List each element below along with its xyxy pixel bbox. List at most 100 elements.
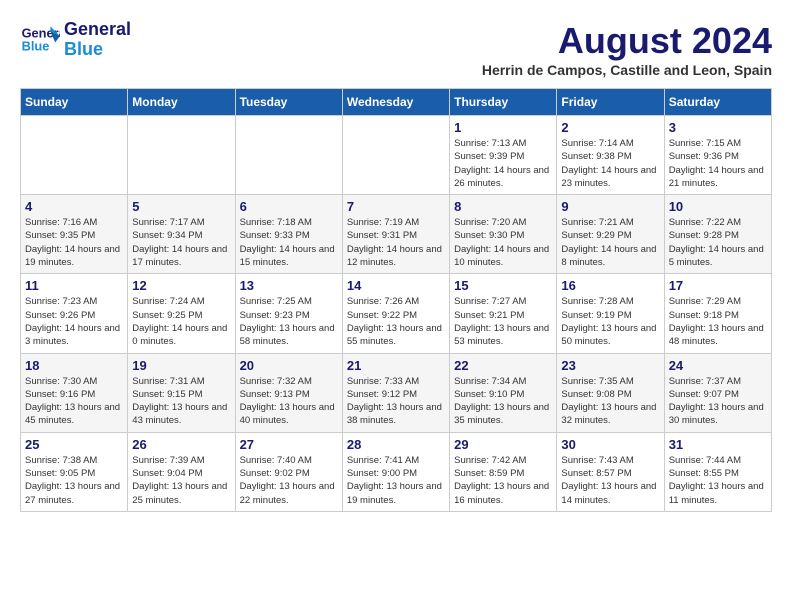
calendar-cell: 1Sunrise: 7:13 AMSunset: 9:39 PMDaylight… [450,116,557,195]
calendar-cell: 19 Sunrise: 7:31 AMSunset: 9:15 PMDayligh… [128,353,235,432]
calendar-week-row: 11Sunrise: 7:23 AMSunset: 9:26 PMDayligh… [21,274,772,353]
day-details: Sunrise: 7:29 AMSunset: 9:18 PMDaylight:… [669,295,767,348]
day-details: Sunrise: 7:31 AMSunset: 9:15 PMDaylight:… [132,375,230,428]
day-details: Sunrise: 7:27 AMSunset: 9:21 PMDaylight:… [454,295,552,348]
calendar-cell: 26Sunrise: 7:39 AMSunset: 9:04 PMDayligh… [128,432,235,511]
day-details: Sunrise: 7:21 AMSunset: 9:29 PMDaylight:… [561,216,659,269]
logo-text-line2: Blue [64,40,131,60]
day-number: 23 [561,358,659,373]
day-details: Sunrise: 7:25 AMSunset: 9:23 PMDaylight:… [240,295,338,348]
day-number: 24 [669,358,767,373]
logo: General Blue General Blue [20,20,131,60]
calendar-cell: 22 Sunrise: 7:34 AMSunset: 9:10 PMDayligh… [450,353,557,432]
calendar-cell: 16 Sunrise: 7:28 AMSunset: 9:19 PMDayligh… [557,274,664,353]
calendar-cell: 17Sunrise: 7:29 AMSunset: 9:18 PMDayligh… [664,274,771,353]
col-header-wednesday: Wednesday [342,89,449,116]
day-details: Sunrise: 7:30 AMSunset: 9:16 PMDaylight:… [25,375,123,428]
day-details: Sunrise: 7:32 AMSunset: 9:13 PMDaylight:… [240,375,338,428]
calendar-cell: 10Sunrise: 7:22 AMSunset: 9:28 PMDayligh… [664,195,771,274]
day-number: 1 [454,120,552,135]
calendar-week-row: 1Sunrise: 7:13 AMSunset: 9:39 PMDaylight… [21,116,772,195]
day-number: 18 [25,358,123,373]
day-details: Sunrise: 7:41 AMSunset: 9:00 PMDaylight:… [347,454,445,507]
calendar-cell: 30Sunrise: 7:43 AMSunset: 8:57 PMDayligh… [557,432,664,511]
calendar-cell: 13Sunrise: 7:25 AMSunset: 9:23 PMDayligh… [235,274,342,353]
calendar-cell: 5 Sunrise: 7:17 AMSunset: 9:34 PMDaylight… [128,195,235,274]
logo-icon: General Blue [20,20,60,60]
day-details: Sunrise: 7:44 AMSunset: 8:55 PMDaylight:… [669,454,767,507]
day-number: 22 [454,358,552,373]
day-number: 3 [669,120,767,135]
day-details: Sunrise: 7:33 AMSunset: 9:12 PMDaylight:… [347,375,445,428]
svg-text:Blue: Blue [22,38,50,53]
col-header-friday: Friday [557,89,664,116]
calendar-cell: 28 Sunrise: 7:41 AMSunset: 9:00 PMDayligh… [342,432,449,511]
calendar-cell: 8 Sunrise: 7:20 AMSunset: 9:30 PMDaylight… [450,195,557,274]
calendar-cell: 27Sunrise: 7:40 AMSunset: 9:02 PMDayligh… [235,432,342,511]
calendar-cell: 31 Sunrise: 7:44 AMSunset: 8:55 PMDayligh… [664,432,771,511]
col-header-sunday: Sunday [21,89,128,116]
day-details: Sunrise: 7:43 AMSunset: 8:57 PMDaylight:… [561,454,659,507]
day-details: Sunrise: 7:18 AMSunset: 9:33 PMDaylight:… [240,216,338,269]
calendar-cell [128,116,235,195]
calendar-cell: 7 Sunrise: 7:19 AMSunset: 9:31 PMDaylight… [342,195,449,274]
day-number: 14 [347,278,445,293]
day-details: Sunrise: 7:28 AMSunset: 9:19 PMDaylight:… [561,295,659,348]
day-details: Sunrise: 7:20 AMSunset: 9:30 PMDaylight:… [454,216,552,269]
day-number: 19 [132,358,230,373]
calendar-cell: 21 Sunrise: 7:33 AMSunset: 9:12 PMDayligh… [342,353,449,432]
calendar-cell [21,116,128,195]
calendar-cell: 15 Sunrise: 7:27 AMSunset: 9:21 PMDayligh… [450,274,557,353]
day-details: Sunrise: 7:40 AMSunset: 9:02 PMDaylight:… [240,454,338,507]
day-details: Sunrise: 7:42 AMSunset: 8:59 PMDaylight:… [454,454,552,507]
calendar-week-row: 25 Sunrise: 7:38 AMSunset: 9:05 PMDayligh… [21,432,772,511]
day-details: Sunrise: 7:17 AMSunset: 9:34 PMDaylight:… [132,216,230,269]
calendar-week-row: 18 Sunrise: 7:30 AMSunset: 9:16 PMDayligh… [21,353,772,432]
day-number: 16 [561,278,659,293]
day-details: Sunrise: 7:26 AMSunset: 9:22 PMDaylight:… [347,295,445,348]
day-details: Sunrise: 7:37 AMSunset: 9:07 PMDaylight:… [669,375,767,428]
col-header-monday: Monday [128,89,235,116]
calendar-cell [342,116,449,195]
month-year: August 2024 [482,20,772,62]
day-number: 7 [347,199,445,214]
day-number: 10 [669,199,767,214]
day-number: 28 [347,437,445,452]
day-number: 15 [454,278,552,293]
calendar-cell: 9Sunrise: 7:21 AMSunset: 9:29 PMDaylight… [557,195,664,274]
day-details: Sunrise: 7:23 AMSunset: 9:26 PMDaylight:… [25,295,123,348]
calendar-cell: 25 Sunrise: 7:38 AMSunset: 9:05 PMDayligh… [21,432,128,511]
calendar-cell: 29 Sunrise: 7:42 AMSunset: 8:59 PMDayligh… [450,432,557,511]
calendar-cell: 3 Sunrise: 7:15 AMSunset: 9:36 PMDaylight… [664,116,771,195]
day-details: Sunrise: 7:35 AMSunset: 9:08 PMDaylight:… [561,375,659,428]
calendar-cell: 23 Sunrise: 7:35 AMSunset: 9:08 PMDayligh… [557,353,664,432]
col-header-tuesday: Tuesday [235,89,342,116]
day-number: 29 [454,437,552,452]
day-details: Sunrise: 7:19 AMSunset: 9:31 PMDaylight:… [347,216,445,269]
calendar-cell [235,116,342,195]
logo-text-line1: General [64,20,131,40]
calendar-cell: 18 Sunrise: 7:30 AMSunset: 9:16 PMDayligh… [21,353,128,432]
day-details: Sunrise: 7:39 AMSunset: 9:04 PMDaylight:… [132,454,230,507]
day-number: 5 [132,199,230,214]
calendar-cell: 12Sunrise: 7:24 AMSunset: 9:25 PMDayligh… [128,274,235,353]
day-number: 12 [132,278,230,293]
calendar-cell: 2 Sunrise: 7:14 AMSunset: 9:38 PMDaylight… [557,116,664,195]
day-details: Sunrise: 7:38 AMSunset: 9:05 PMDaylight:… [25,454,123,507]
day-number: 20 [240,358,338,373]
day-number: 8 [454,199,552,214]
calendar-table: SundayMondayTuesdayWednesdayThursdayFrid… [20,88,772,512]
calendar-cell: 14 Sunrise: 7:26 AMSunset: 9:22 PMDayligh… [342,274,449,353]
day-number: 2 [561,120,659,135]
calendar-week-row: 4Sunrise: 7:16 AMSunset: 9:35 PMDaylight… [21,195,772,274]
day-details: Sunrise: 7:14 AMSunset: 9:38 PMDaylight:… [561,137,659,190]
day-details: Sunrise: 7:34 AMSunset: 9:10 PMDaylight:… [454,375,552,428]
day-number: 31 [669,437,767,452]
day-details: Sunrise: 7:15 AMSunset: 9:36 PMDaylight:… [669,137,767,190]
calendar-cell: 20 Sunrise: 7:32 AMSunset: 9:13 PMDayligh… [235,353,342,432]
day-number: 21 [347,358,445,373]
calendar-header-row: SundayMondayTuesdayWednesdayThursdayFrid… [21,89,772,116]
col-header-thursday: Thursday [450,89,557,116]
day-number: 25 [25,437,123,452]
day-number: 4 [25,199,123,214]
